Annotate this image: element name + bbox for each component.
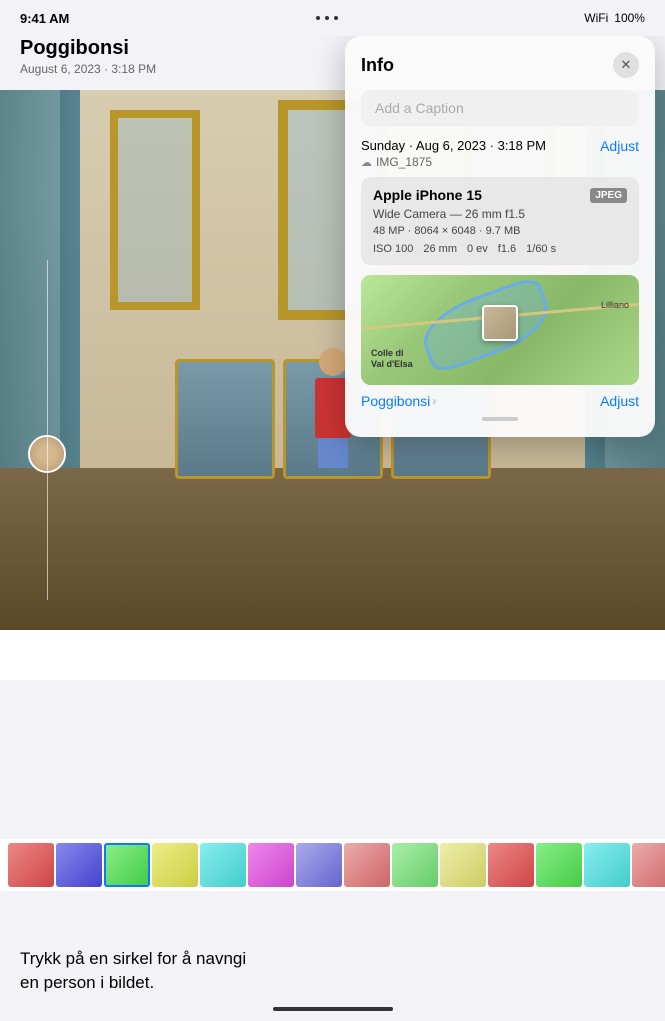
chevron-right-icon: › [432, 394, 436, 408]
exif-row: ISO 100 26 mm 0 ev f1.6 1/60 s [373, 243, 627, 255]
thumbnail-4[interactable] [152, 843, 198, 887]
thumbnail-2[interactable] [56, 843, 102, 887]
tooltip-area: Trykk på en sirkel for å navngien person… [0, 921, 665, 1021]
thumbnail-3-active[interactable] [104, 843, 150, 887]
photo-title: Poggibonsi [20, 36, 156, 60]
battery-icon: 100% [614, 11, 645, 25]
status-center [316, 16, 338, 20]
exif-shutter: 1/60 s [526, 243, 556, 255]
map-label-lilliano: Lilliano [601, 300, 629, 310]
info-panel-title: Info [361, 55, 394, 76]
status-dot-1 [316, 16, 320, 20]
exif-iso: ISO 100 [373, 243, 413, 255]
face-recognition-line [47, 260, 48, 600]
person-legs [318, 438, 348, 468]
adjust-location-button[interactable]: Adjust [600, 393, 639, 409]
info-panel-header: Info ✕ [361, 52, 639, 78]
thumbnail-13[interactable] [584, 843, 630, 887]
photo-subtitle: August 6, 2023 · 3:18 PM [20, 62, 156, 76]
thumbnail-11[interactable] [488, 843, 534, 887]
date-info: Sunday · Aug 6, 2023 · 3:18 PM ☁ IMG_187… [361, 138, 546, 169]
thumbnail-10[interactable] [440, 843, 486, 887]
thumbnail-14[interactable] [632, 843, 665, 887]
caption-input[interactable]: Add a Caption [361, 90, 639, 126]
thumbnail-1[interactable] [8, 843, 54, 887]
camera-info: Wide Camera — 26 mm f1.5 [373, 207, 627, 221]
device-info-block: Apple iPhone 15 JPEG Wide Camera — 26 mm… [361, 177, 639, 265]
location-link[interactable]: Poggibonsi › [361, 393, 436, 409]
status-dot-3 [334, 16, 338, 20]
sofa-left [175, 359, 275, 479]
exif-fl: 26 mm [423, 243, 457, 255]
map-label-colle: Colle diVal d'Elsa [371, 348, 413, 370]
wifi-icon: WiFi [584, 11, 608, 25]
device-row: Apple iPhone 15 JPEG [373, 187, 627, 203]
cloud-icon: ☁ [361, 156, 372, 169]
map-footer: Poggibonsi › Adjust [361, 393, 639, 409]
person-head [319, 348, 347, 376]
map-pin [482, 305, 518, 341]
format-badge: JPEG [590, 188, 627, 203]
status-icons: WiFi 100% [584, 11, 645, 25]
drag-handle[interactable] [482, 417, 518, 421]
thumbnail-6[interactable] [248, 843, 294, 887]
status-dot-2 [325, 16, 329, 20]
date-text: Sunday · Aug 6, 2023 · 3:18 PM [361, 138, 546, 153]
date-row: Sunday · Aug 6, 2023 · 3:18 PM ☁ IMG_187… [361, 138, 639, 169]
thumbnail-9[interactable] [392, 843, 438, 887]
photo-header: Poggibonsi August 6, 2023 · 3:18 PM [20, 36, 156, 76]
thumbnail-12[interactable] [536, 843, 582, 887]
file-text: ☁ IMG_1875 [361, 155, 546, 169]
map-pin-image [484, 307, 516, 339]
status-bar: 9:41 AM WiFi 100% [0, 0, 665, 36]
exif-ev: 0 ev [467, 243, 488, 255]
thumbnail-strip[interactable] [0, 839, 665, 891]
exif-fstop: f1.6 [498, 243, 516, 255]
thumbnail-5[interactable] [200, 843, 246, 887]
status-time: 9:41 AM [20, 11, 69, 26]
close-button[interactable]: ✕ [613, 52, 639, 78]
home-indicator [273, 1007, 393, 1011]
adjust-date-button[interactable]: Adjust [600, 138, 639, 154]
mirror-left [110, 110, 200, 310]
thumbnail-8[interactable] [344, 843, 390, 887]
specs-row: 48 MP · 8064 × 6048 · 9.7 MB [373, 225, 627, 237]
device-name: Apple iPhone 15 [373, 187, 482, 203]
room-floor [0, 468, 665, 630]
map-container[interactable]: Colle diVal d'Elsa Lilliano [361, 275, 639, 385]
tooltip-text: Trykk på en sirkel for å navngien person… [20, 947, 246, 995]
info-panel: Info ✕ Add a Caption Sunday · Aug 6, 202… [345, 36, 655, 437]
gap-area [0, 630, 665, 680]
thumbnail-7[interactable] [296, 843, 342, 887]
